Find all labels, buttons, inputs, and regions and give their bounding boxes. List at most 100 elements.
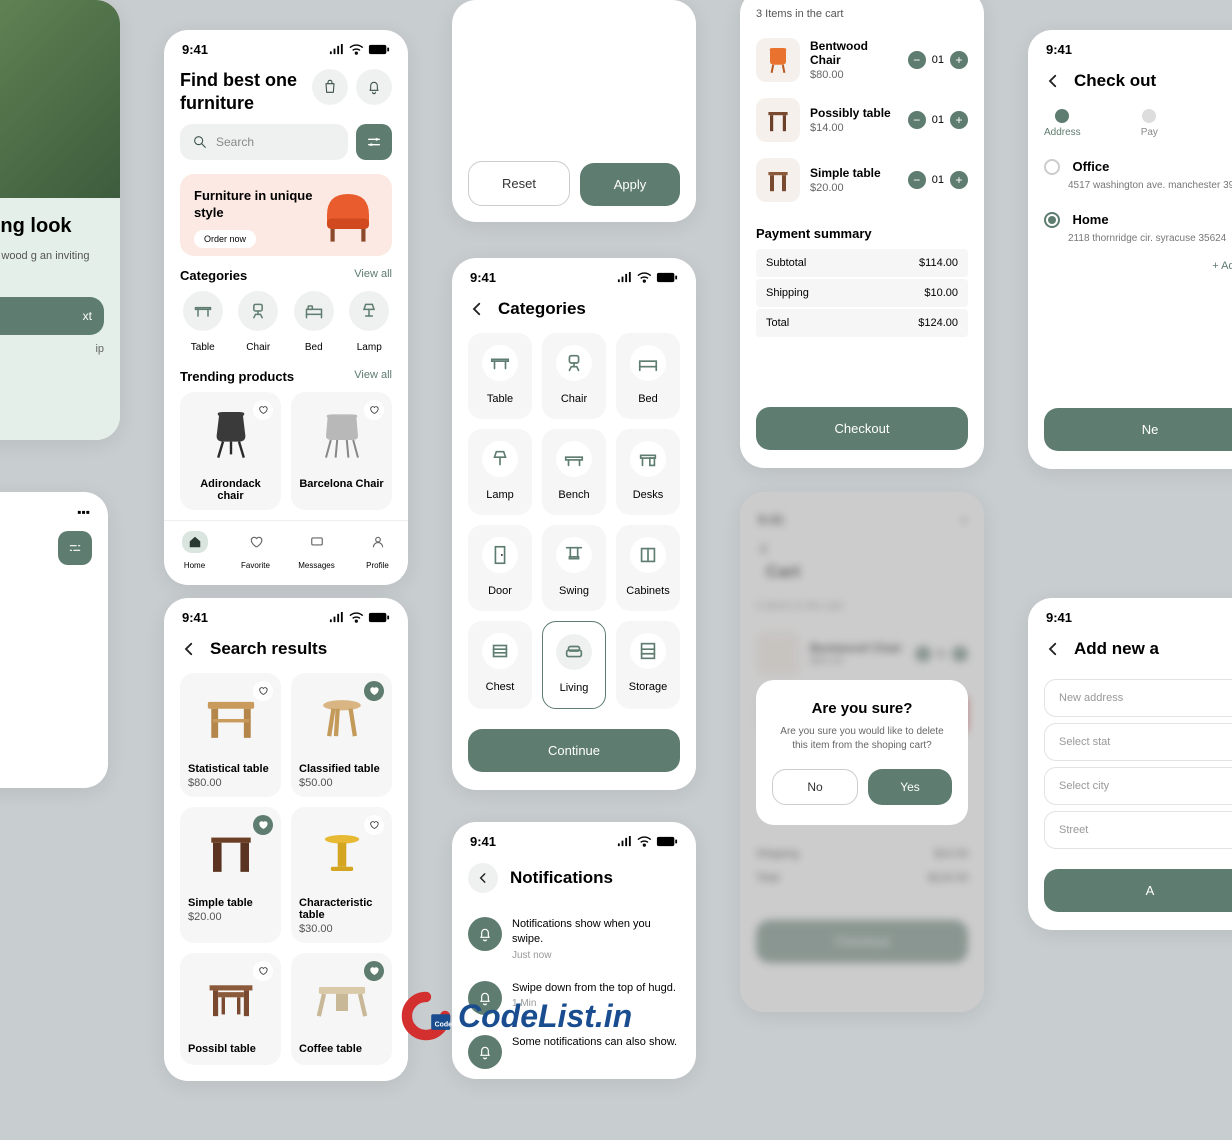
decrement-button[interactable]: − <box>908 51 926 69</box>
nav-home[interactable]: Home <box>164 521 225 585</box>
categories-screen: 9:41 Categories Table Chair Bed Lamp Ben… <box>452 258 696 790</box>
favorite-button[interactable] <box>253 815 273 835</box>
product-name: Statistical table <box>188 763 273 775</box>
nav-messages[interactable]: Messages <box>286 521 347 585</box>
add-new-address[interactable]: + Add ne <box>1028 254 1232 278</box>
next-button[interactable]: Ne <box>1044 408 1232 451</box>
category-living[interactable]: Living <box>542 621 606 709</box>
checkout-button[interactable]: Checkout <box>756 407 968 450</box>
category-chair[interactable]: Chair <box>542 333 606 419</box>
summary-row: Total$124.00 <box>756 309 968 337</box>
increment-button[interactable]: + <box>950 51 968 69</box>
product-card[interactable]: Simple table $20.00 <box>180 807 281 943</box>
product-card[interactable]: Coffee table <box>291 953 392 1065</box>
increment-button[interactable]: + <box>950 171 968 189</box>
next-button[interactable]: xt <box>0 297 104 335</box>
address-option[interactable]: Office 4517 washington ave. manchester 3… <box>1028 148 1232 201</box>
category-swing[interactable]: Swing <box>542 525 606 611</box>
filter-button[interactable] <box>58 531 92 565</box>
summary-row: Shipping$10.00 <box>756 279 968 307</box>
address-field[interactable]: New address <box>1044 679 1232 717</box>
status-bar: 9:41 <box>164 30 408 57</box>
back-icon[interactable] <box>1044 72 1062 90</box>
wifi-icon <box>349 612 364 623</box>
address-option[interactable]: Home 2118 thornridge cir. syracuse 35624 <box>1028 201 1232 254</box>
home-screen: 9:41 Find best one furniture Search Furn… <box>164 30 408 585</box>
modal-overlay[interactable]: Are you sure? Are you sure you would lik… <box>740 492 984 1012</box>
nav-favorite[interactable]: Favorite <box>225 521 286 585</box>
bench-icon <box>563 448 585 470</box>
cabinets-icon <box>637 544 659 566</box>
search-placeholder: Search <box>216 135 254 149</box>
cart-item-image <box>756 38 800 82</box>
product-price: $30.00 <box>299 923 384 935</box>
back-icon[interactable] <box>468 300 486 318</box>
product-card[interactable]: Possibl table <box>180 953 281 1065</box>
back-icon[interactable] <box>1044 640 1062 658</box>
category-bed[interactable]: Bed <box>291 291 337 355</box>
apply-button[interactable]: Apply <box>580 163 680 206</box>
favorite-button[interactable] <box>253 400 273 420</box>
product-price: $20.00 <box>188 911 273 923</box>
bag-icon-button[interactable] <box>312 69 348 105</box>
bell-icon-button[interactable] <box>356 69 392 105</box>
no-button[interactable]: No <box>772 769 858 805</box>
address-label: Home <box>1072 212 1108 227</box>
address-field[interactable]: Street <box>1044 811 1232 849</box>
status-time: 9:41 <box>470 834 496 849</box>
category-chair[interactable]: Chair <box>236 291 282 355</box>
living-icon <box>563 641 585 663</box>
category-bench[interactable]: Bench <box>542 429 606 515</box>
yes-button[interactable]: Yes <box>868 769 952 805</box>
decrement-button[interactable]: − <box>908 111 926 129</box>
category-table[interactable]: Table <box>468 333 532 419</box>
skip-button[interactable]: ip <box>0 335 104 355</box>
favorite-button[interactable] <box>364 400 384 420</box>
address-field[interactable]: Select city <box>1044 767 1232 805</box>
favorite-button[interactable] <box>364 815 384 835</box>
promo-banner[interactable]: Furniture in unique style Order now <box>180 174 392 256</box>
product-card[interactable]: Barcelona Chair <box>291 392 392 510</box>
favorite-button[interactable] <box>253 961 273 981</box>
filter-button[interactable] <box>356 124 392 160</box>
search-input[interactable]: Search <box>180 124 348 160</box>
view-all-trending[interactable]: View all <box>354 369 392 384</box>
sliders-icon <box>68 541 82 555</box>
category-lamp[interactable]: Lamp <box>347 291 393 355</box>
back-button[interactable] <box>468 863 498 893</box>
favorite-button[interactable] <box>364 961 384 981</box>
category-cabinets[interactable]: Cabinets <box>616 525 680 611</box>
reset-button[interactable]: Reset <box>468 161 570 206</box>
product-card[interactable]: Adirondack chair <box>180 392 281 510</box>
notification-item[interactable]: Notifications show when you swipe.Just n… <box>452 907 696 971</box>
order-now-button[interactable]: Order now <box>194 230 256 248</box>
favorite-button[interactable] <box>253 681 273 701</box>
increment-button[interactable]: + <box>950 111 968 129</box>
submit-button[interactable]: A <box>1044 869 1232 912</box>
cart-item-price: $14.00 <box>810 122 898 134</box>
category-door[interactable]: Door <box>468 525 532 611</box>
chair-image <box>206 408 256 464</box>
product-card[interactable]: Statistical table $80.00 <box>180 673 281 797</box>
view-all-categories[interactable]: View all <box>354 268 392 283</box>
nav-profile[interactable]: Profile <box>347 521 408 585</box>
bed-icon <box>304 301 324 321</box>
back-icon[interactable] <box>180 640 198 658</box>
category-lamp[interactable]: Lamp <box>468 429 532 515</box>
status-icons: ▪▪▪ <box>77 505 90 519</box>
add-address-screen: 9:41▪ Add new a New addressSelect statSe… <box>1028 598 1232 930</box>
continue-button[interactable]: Continue <box>468 729 680 772</box>
category-chest[interactable]: Chest <box>468 621 532 709</box>
address-field[interactable]: Select stat <box>1044 723 1232 761</box>
product-price: $80.00 <box>188 777 273 789</box>
category-desks[interactable]: Desks <box>616 429 680 515</box>
product-name: Classified table <box>299 763 384 775</box>
category-bed[interactable]: Bed <box>616 333 680 419</box>
decrement-button[interactable]: − <box>908 171 926 189</box>
product-card[interactable]: Classified table $50.00 <box>291 673 392 797</box>
category-storage[interactable]: Storage <box>616 621 680 709</box>
favorite-button[interactable] <box>364 681 384 701</box>
product-card[interactable]: Characteristic table $30.00 <box>291 807 392 943</box>
heart-icon <box>369 686 379 696</box>
category-table[interactable]: Table <box>180 291 226 355</box>
